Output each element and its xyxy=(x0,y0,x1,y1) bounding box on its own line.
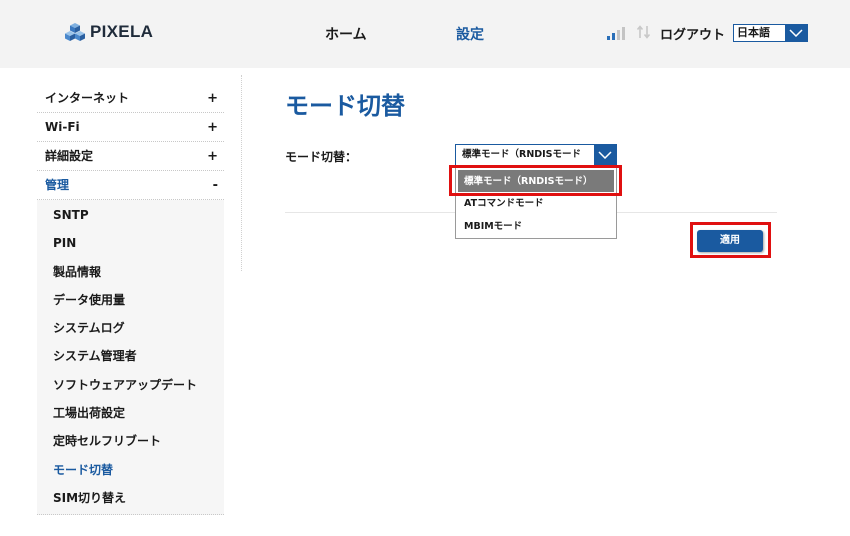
sidebar: インターネット + Wi-Fi + 詳細設定 + 管理 - SNTP PIN 製… xyxy=(37,84,224,516)
language-select[interactable]: 日本語 xyxy=(733,24,808,42)
sidebar-item-management[interactable]: 管理 - xyxy=(37,171,224,200)
expand-icon[interactable]: + xyxy=(207,142,218,171)
sidebar-item-label: 管理 xyxy=(45,178,70,192)
mode-select-value: 標準モード（RNDISモード xyxy=(462,149,582,160)
sidebar-item-wifi[interactable]: Wi-Fi + xyxy=(37,113,224,142)
management-submenu: SNTP PIN 製品情報 データ使用量 システムログ システム管理者 ソフトウ… xyxy=(37,200,224,516)
sidebar-item-internet[interactable]: インターネット + xyxy=(37,84,224,113)
sidebar-item-system-log[interactable]: システムログ xyxy=(37,314,224,342)
chevron-down-icon xyxy=(594,145,616,165)
collapse-icon[interactable]: - xyxy=(213,171,218,200)
sidebar-item-factory-reset[interactable]: 工場出荷設定 xyxy=(37,399,224,427)
expand-icon[interactable]: + xyxy=(207,113,218,142)
language-value: 日本語 xyxy=(737,26,770,39)
mode-label: モード切替： xyxy=(285,150,358,164)
sidebar-item-pin[interactable]: PIN xyxy=(37,229,224,257)
page-title: モード切替 xyxy=(285,92,405,120)
sidebar-item-data-usage[interactable]: データ使用量 xyxy=(37,286,224,314)
logout-link[interactable]: ログアウト xyxy=(660,24,725,43)
sidebar-item-system-admin[interactable]: システム管理者 xyxy=(37,342,224,370)
sidebar-item-label: インターネット xyxy=(45,91,130,105)
signal-strength-icon xyxy=(607,27,625,40)
logo-text: PIXELA xyxy=(90,22,154,41)
highlight-box xyxy=(449,165,622,196)
nav-home[interactable]: ホーム xyxy=(325,24,367,44)
sidebar-item-sntp[interactable]: SNTP xyxy=(37,201,224,229)
content-divider xyxy=(285,212,455,213)
sidebar-item-scheduled-reboot[interactable]: 定時セルフリブート xyxy=(37,427,224,455)
sidebar-item-mode-switch[interactable]: モード切替 xyxy=(37,456,224,484)
sidebar-item-sim-switch[interactable]: SIM切り替え xyxy=(37,484,224,512)
highlight-box xyxy=(690,222,771,258)
nav-settings[interactable]: 設定 xyxy=(456,24,484,44)
sidebar-item-advanced[interactable]: 詳細設定 + xyxy=(37,142,224,171)
cubes-logo-icon xyxy=(65,23,85,41)
sidebar-divider xyxy=(241,75,242,271)
data-transfer-icon xyxy=(636,25,651,39)
sidebar-item-label: 詳細設定 xyxy=(45,149,94,163)
chevron-down-icon xyxy=(785,25,807,41)
mode-select[interactable]: 標準モード（RNDISモード xyxy=(455,144,617,166)
sidebar-item-label: Wi-Fi xyxy=(45,120,80,134)
pixela-logo[interactable]: PIXELA xyxy=(64,22,153,42)
mode-option-mbim[interactable]: MBIMモード xyxy=(456,215,616,238)
sidebar-item-software-update[interactable]: ソフトウェアアップデート xyxy=(37,371,224,399)
sidebar-item-product-info[interactable]: 製品情報 xyxy=(37,258,224,286)
expand-icon[interactable]: + xyxy=(207,84,218,113)
header: PIXELA ホーム 設定 ログアウト 日本語 xyxy=(0,0,850,68)
content-divider xyxy=(617,212,777,213)
